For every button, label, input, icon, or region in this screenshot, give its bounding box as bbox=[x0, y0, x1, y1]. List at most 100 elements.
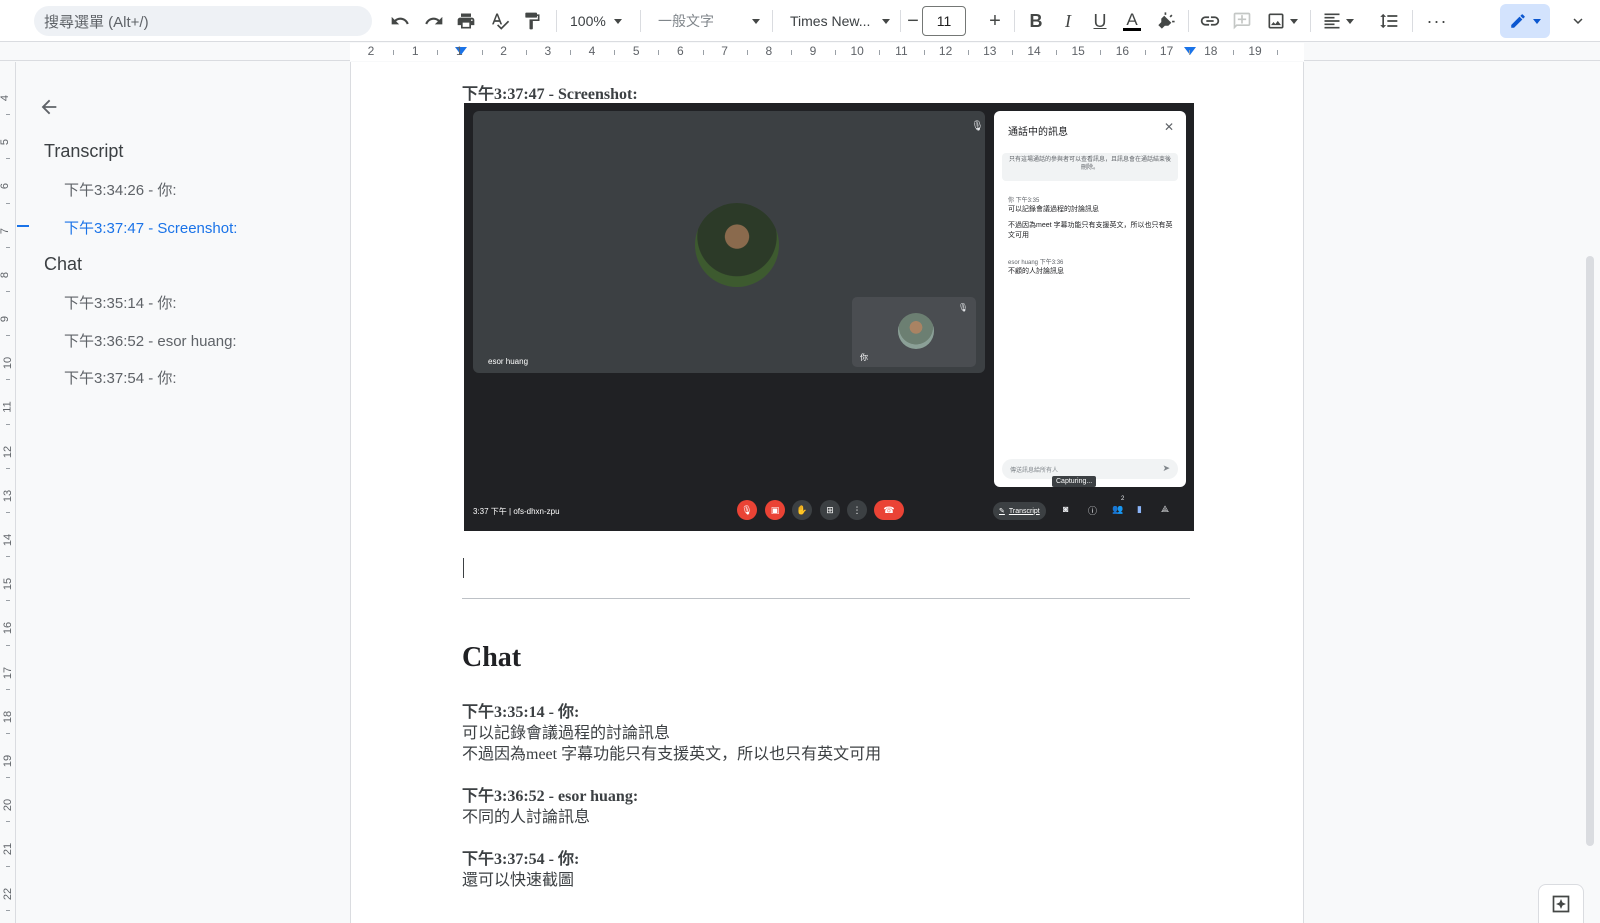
vertical-ruler-tick bbox=[6, 644, 10, 646]
ruler-tick bbox=[923, 50, 925, 55]
ruler-tick bbox=[437, 50, 439, 55]
ruler-tick bbox=[835, 50, 837, 55]
style-select[interactable]: 一般文字 bbox=[658, 8, 764, 34]
print-icon[interactable] bbox=[452, 8, 480, 34]
vertical-ruler-tick bbox=[6, 202, 10, 204]
link-icon[interactable] bbox=[1196, 8, 1224, 34]
ruler-tick bbox=[1277, 50, 1279, 55]
vertical-ruler-marker bbox=[17, 225, 29, 227]
pencil-icon bbox=[1511, 14, 1525, 28]
participant-count: 2 bbox=[1121, 496, 1125, 502]
meet-screenshot-image[interactable]: 🎙 esor huang 🎙 你 通話中的訊息 ✕ 只有這場通話的參與者可以查看… bbox=[464, 103, 1194, 531]
vertical-ruler[interactable]: 4 5 6 7 8 9 10 11 12 13 14 15 16 17 18 19 20 21 22 bbox=[0, 62, 16, 923]
close-outline-arrow-icon[interactable] bbox=[38, 96, 60, 118]
zoom-select[interactable]: 100% bbox=[570, 8, 632, 34]
font-size-input[interactable]: 11 bbox=[922, 6, 966, 36]
outline-item[interactable]: 下午3:37:54 - 你: bbox=[64, 367, 177, 388]
ruler-tick bbox=[1011, 50, 1013, 55]
editing-mode-button[interactable] bbox=[1500, 4, 1550, 38]
vertical-ruler-number: 22 bbox=[2, 887, 15, 900]
redo-icon[interactable] bbox=[420, 8, 448, 34]
outline-item[interactable]: 下午3:35:14 - 你: bbox=[64, 292, 177, 313]
chat-heading[interactable]: Chat bbox=[462, 642, 521, 674]
explore-button[interactable] bbox=[1538, 884, 1584, 923]
text-cursor bbox=[463, 558, 464, 578]
horizontal-ruler[interactable]: 2 1 1 2 3 4 5 6 7 8 9 10 11 12 13 14 15 16 17 18 19 bbox=[0, 43, 1600, 61]
vertical-ruler-tick bbox=[6, 379, 10, 381]
toolbar-divider bbox=[772, 10, 773, 32]
vertical-ruler-tick bbox=[6, 732, 10, 734]
chat-message-line: 不過因為meet 字幕功能只有支援英文，所以也只有英文可用 bbox=[1008, 222, 1173, 239]
chevron-down-icon bbox=[613, 18, 622, 24]
vertical-scrollbar[interactable] bbox=[1586, 256, 1594, 846]
outline-item[interactable]: 下午3:34:26 - 你: bbox=[64, 179, 177, 200]
ruler-tick bbox=[1144, 50, 1146, 55]
text-color-icon[interactable]: A bbox=[1118, 8, 1146, 34]
chat-message: 你 下午3:35 可以記錄會議過程的討論訊息 不過因為meet 字幕功能只有支援… bbox=[1008, 197, 1178, 241]
self-video-tile: 🎙 你 bbox=[852, 297, 976, 367]
undo-icon[interactable] bbox=[386, 8, 414, 34]
chat-message: esor huang 下午3:36 不顧的人討論訊息 bbox=[1008, 259, 1178, 277]
vertical-ruler-tick bbox=[6, 158, 10, 160]
chat-message-line: 不顧的人討論訊息 bbox=[1008, 268, 1064, 276]
ruler-number: 15 bbox=[1071, 44, 1085, 58]
insert-image-icon[interactable] bbox=[1262, 8, 1302, 34]
vertical-ruler-tick bbox=[6, 777, 10, 779]
ruler-number: 1 bbox=[456, 44, 463, 58]
font-select[interactable]: Times New... bbox=[790, 8, 896, 34]
decrease-font-size-button[interactable]: − bbox=[904, 8, 922, 34]
ruler-tick bbox=[702, 50, 704, 55]
close-icon: ✕ bbox=[1163, 120, 1174, 134]
vertical-ruler-tick bbox=[6, 600, 10, 602]
style-value: 一般文字 bbox=[658, 13, 714, 29]
send-icon: ➤ bbox=[1162, 463, 1170, 473]
camera-icon: ◙ bbox=[1063, 504, 1069, 514]
add-comment-icon[interactable] bbox=[1228, 8, 1256, 34]
vertical-ruler-number: 19 bbox=[2, 754, 15, 768]
screenshot-label[interactable]: 下午3:37:47 - Screenshot: bbox=[462, 80, 638, 104]
line-spacing-icon[interactable] bbox=[1374, 8, 1404, 34]
ruler-number: 12 bbox=[938, 44, 953, 58]
toolbar-divider bbox=[1014, 10, 1015, 32]
meet-chat-panel: 通話中的訊息 ✕ 只有這場通話的參與者可以查看訊息，且訊息會在通話結束後刪除。 … bbox=[994, 111, 1186, 487]
chat-entry-line[interactable]: 不同的人討論訊息 bbox=[462, 803, 590, 827]
menu-search-input[interactable]: 搜尋選單 (Alt+/) bbox=[34, 6, 372, 36]
ruler-number: 13 bbox=[983, 44, 997, 58]
spellcheck-icon[interactable] bbox=[486, 8, 514, 34]
outline-heading-transcript[interactable]: Transcript bbox=[44, 141, 123, 162]
vertical-ruler-number: 10 bbox=[2, 357, 15, 370]
ruler-tick bbox=[569, 50, 571, 55]
ruler-tick bbox=[614, 50, 616, 55]
ruler-number: 2 bbox=[500, 44, 507, 58]
ruler-number: 10 bbox=[850, 44, 864, 58]
italic-icon[interactable]: I bbox=[1054, 8, 1082, 34]
ruler-number: 7 bbox=[721, 44, 728, 58]
paint-format-icon[interactable] bbox=[518, 8, 546, 34]
collapse-menu-chevron-icon[interactable] bbox=[1564, 8, 1592, 34]
align-icon[interactable] bbox=[1318, 8, 1358, 34]
mic-off-icon: 🎙 bbox=[737, 500, 757, 520]
vertical-ruler-number: 15 bbox=[2, 578, 15, 591]
increase-font-size-button[interactable]: + bbox=[982, 8, 1008, 34]
vertical-ruler-tick bbox=[6, 688, 10, 690]
self-name: 你 bbox=[860, 353, 868, 362]
highlight-icon[interactable] bbox=[1152, 8, 1180, 34]
self-avatar bbox=[898, 313, 934, 349]
bold-icon[interactable]: B bbox=[1022, 8, 1050, 34]
vertical-ruler-number: 9 bbox=[0, 315, 12, 323]
outline-item[interactable]: 下午3:36:52 - esor huang: bbox=[64, 330, 237, 351]
toolbar: 搜尋選單 (Alt+/) 100% 一般文字 Times New... − 11… bbox=[0, 0, 1600, 42]
chat-entry-line[interactable]: 不過因為meet 字幕功能只有支援英文，所以也只有英文可用 bbox=[462, 740, 881, 764]
speaker-name: esor huang bbox=[488, 357, 529, 366]
right-indent-marker[interactable] bbox=[1184, 47, 1196, 55]
chat-entry-line[interactable]: 還可以快速截圖 bbox=[462, 866, 574, 890]
underline-icon[interactable]: U bbox=[1086, 8, 1114, 34]
ruler-number: 5 bbox=[632, 44, 640, 58]
vertical-ruler-tick bbox=[6, 909, 10, 911]
more-icon[interactable]: ··· bbox=[1420, 8, 1454, 34]
vertical-ruler-number: 5 bbox=[0, 139, 12, 146]
outline-item-active[interactable]: 下午3:37:47 - Screenshot: bbox=[64, 217, 237, 238]
outline-heading-chat[interactable]: Chat bbox=[44, 254, 82, 275]
zoom-value: 100% bbox=[570, 13, 606, 29]
ruler-tick bbox=[1232, 50, 1234, 55]
